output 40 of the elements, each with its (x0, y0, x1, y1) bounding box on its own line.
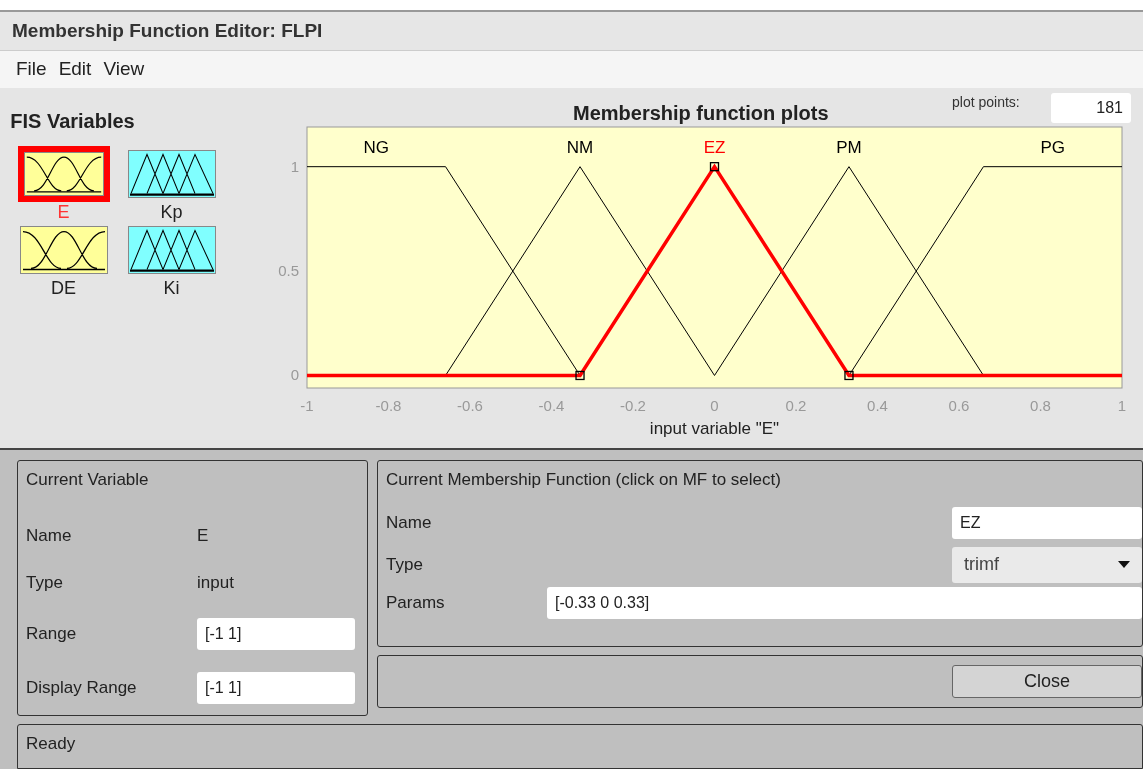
mf-label: NM (566, 137, 594, 157)
mf-label: PM (836, 137, 862, 157)
x-axis-label: input variable "E" (649, 419, 780, 438)
field-label: Params (386, 591, 446, 614)
mf-label: PG (1040, 137, 1065, 157)
chart-title: Membership function plots (573, 101, 829, 126)
variable-name: Kp (160, 202, 183, 222)
x-tick-label: -0.8 (375, 397, 402, 414)
field-label: Type (26, 572, 64, 594)
field-label: Name (26, 524, 73, 547)
panel-title: Current Variable (26, 469, 150, 491)
variable-name: E (57, 202, 70, 222)
field-label: Name (386, 511, 432, 534)
y-tick-label: 0.5 (278, 262, 299, 280)
x-tick-label: 0.6 (948, 397, 970, 414)
status-text: Ready (26, 734, 76, 753)
variable-name-value: E (197, 524, 210, 547)
field-label: Display Range (26, 676, 138, 699)
field-label: Range (26, 622, 78, 645)
mf-label: NG (363, 137, 390, 157)
y-tick-label: 1 (290, 157, 299, 175)
window-title: Membership Function Editor: FLPI (12, 18, 323, 43)
plot-points-label: plot points: (952, 93, 1020, 112)
mf-label: EZ (703, 137, 726, 157)
x-tick-label: -0.4 (538, 397, 565, 414)
x-tick-label: -0.6 (457, 397, 483, 414)
x-tick-label: 0.4 (867, 397, 888, 414)
x-tick-label: 0.2 (785, 397, 807, 414)
x-tick-label: 1 (1117, 397, 1127, 414)
panel-title: Current Membership Function (click on MF to select) (386, 469, 782, 491)
variable-type-value: input (197, 572, 235, 594)
field-label: Type (386, 553, 423, 576)
x-tick-label: -0.2 (620, 397, 646, 414)
variable-name: DE (51, 278, 76, 298)
x-tick-label: -1 (300, 397, 314, 414)
variable-name: Ki (163, 278, 180, 298)
x-tick-label: 0.8 (1030, 397, 1051, 414)
section-title: FIS Variables (10, 109, 135, 134)
x-tick-label: 0 (710, 397, 719, 414)
y-tick-label: 0 (290, 366, 299, 384)
